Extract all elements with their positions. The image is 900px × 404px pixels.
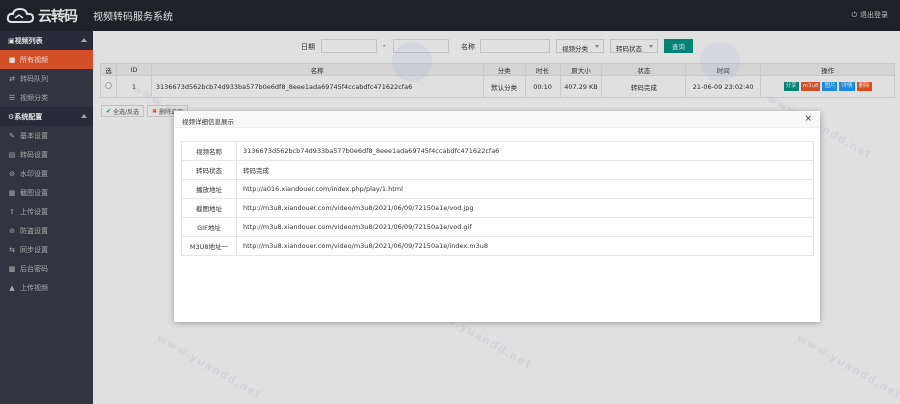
detail-value: http://a016.xiandouer.com/index.php/play… xyxy=(236,179,814,199)
detail-row: 截图地址 http://m3u8.xiandouer.com/video/m3u… xyxy=(181,198,814,218)
detail-table: 视频名称 3136673d562bcb74d933ba577b0e6df8_8e… xyxy=(181,141,814,256)
detail-value: 3136673d562bcb74d933ba577b0e6df8_8eee1ad… xyxy=(236,141,814,161)
detail-value: http://m3u8.xiandouer.com/video/m3u8/202… xyxy=(236,236,814,256)
modal-title: 视频详细信息展示 xyxy=(182,118,234,126)
detail-key: 播放地址 xyxy=(181,179,237,199)
detail-value: http://m3u8.xiandouer.com/video/m3u8/202… xyxy=(236,198,814,218)
modal-header: 视频详细信息展示 × xyxy=(174,111,820,128)
detail-row: 播放地址 http://a016.xiandouer.com/index.php… xyxy=(181,179,814,199)
detail-key: 视频名称 xyxy=(181,141,237,161)
detail-key: GIF地址 xyxy=(181,217,237,237)
detail-row: GIF地址 http://m3u8.xiandouer.com/video/m3… xyxy=(181,217,814,237)
detail-key: 截图地址 xyxy=(181,198,237,218)
detail-row: 转码状态 转码完成 xyxy=(181,160,814,180)
detail-row: M3U8地址一 http://m3u8.xiandouer.com/video/… xyxy=(181,236,814,256)
detail-row: 视频名称 3136673d562bcb74d933ba577b0e6df8_8e… xyxy=(181,141,814,161)
detail-value: 转码完成 xyxy=(236,160,814,180)
close-icon[interactable]: × xyxy=(804,114,812,124)
detail-key: 转码状态 xyxy=(181,160,237,180)
detail-key: M3U8地址一 xyxy=(181,236,237,256)
detail-value: http://m3u8.xiandouer.com/video/m3u8/202… xyxy=(236,217,814,237)
video-detail-modal: 视频详细信息展示 × 视频名称 3136673d562bcb74d933ba57… xyxy=(174,111,820,322)
